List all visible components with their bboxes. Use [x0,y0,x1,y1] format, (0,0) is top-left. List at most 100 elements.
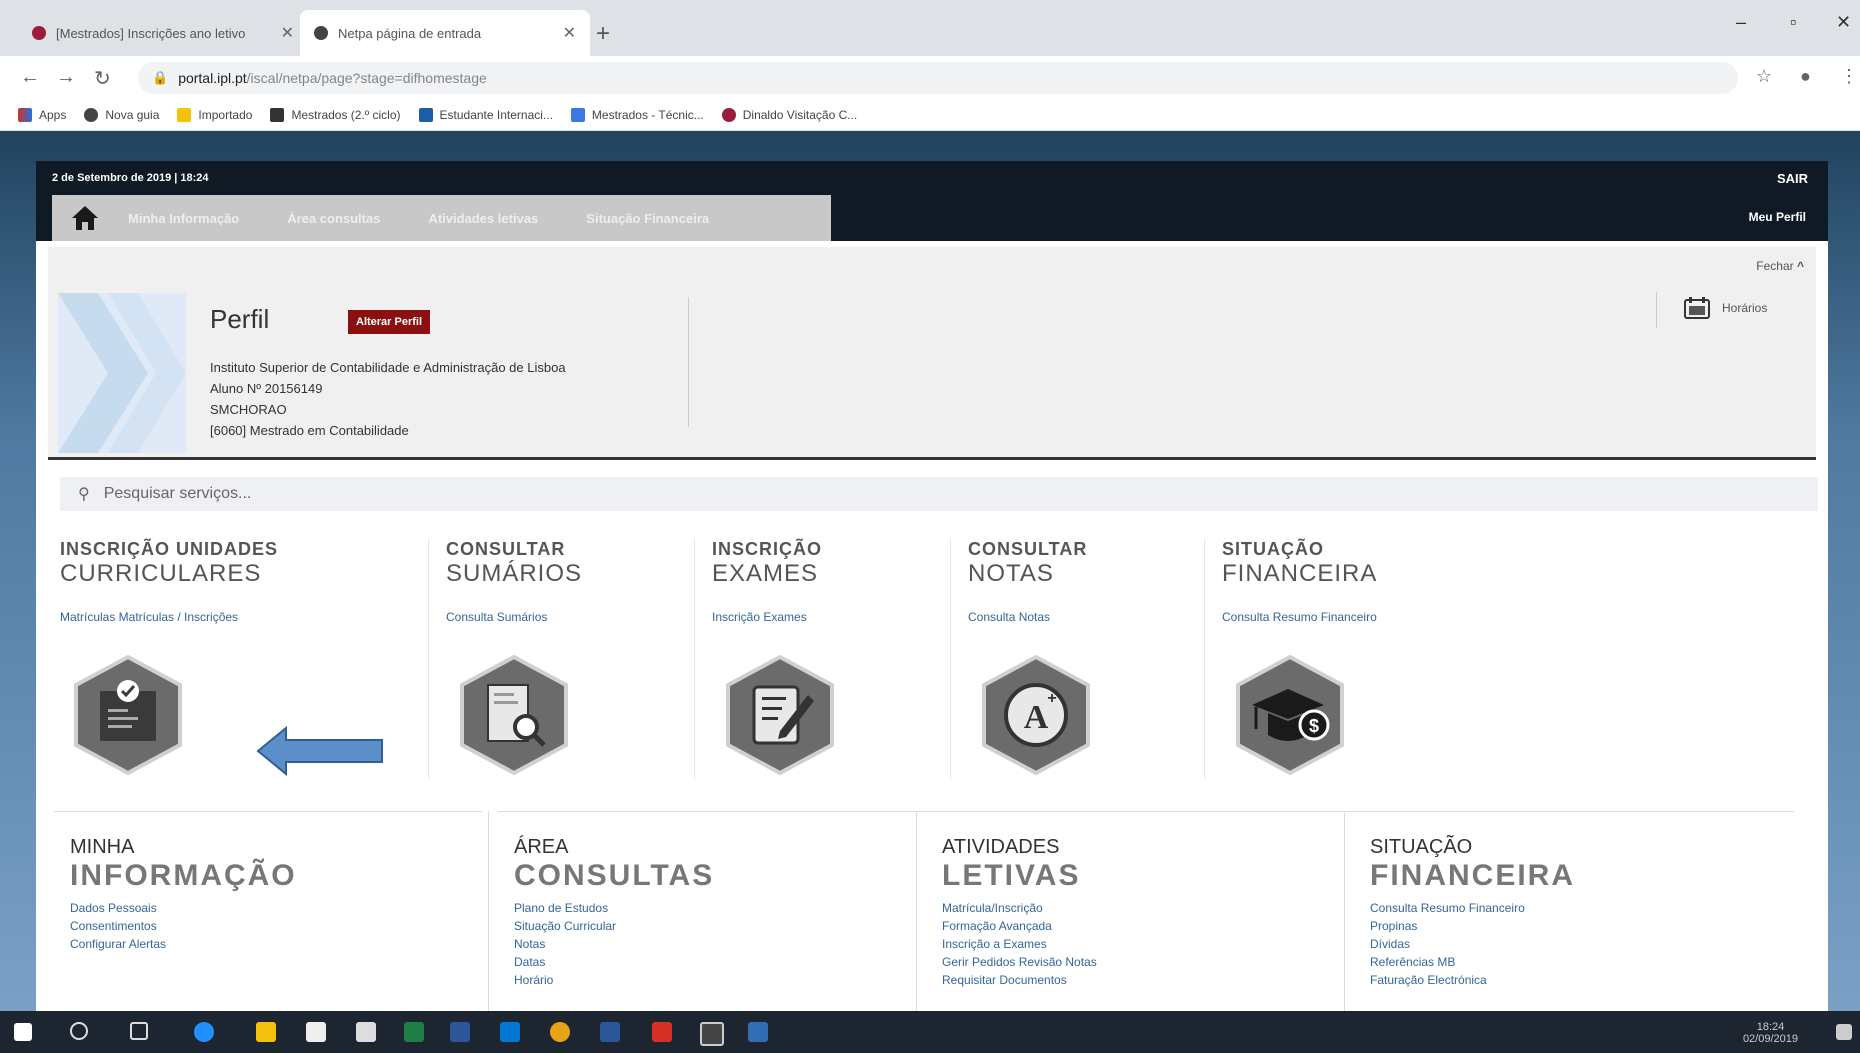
chevron-up-icon: ^ [1796,259,1804,273]
service-link[interactable]: Consulta Notas [968,610,1198,624]
nav-atividades-letivas[interactable]: Atividades letivas [428,211,538,226]
chrome-icon[interactable] [550,1022,570,1042]
app-icon[interactable] [748,1022,768,1042]
system-clock[interactable]: 18:24 02/09/2019 [1743,1021,1798,1045]
grades-icon[interactable]: A + [976,653,1096,777]
home-icon[interactable] [70,203,100,233]
bookmark-apps[interactable]: Apps [18,108,66,122]
excel-icon[interactable] [404,1022,424,1042]
store-icon[interactable] [306,1022,326,1042]
word-icon[interactable] [450,1022,470,1042]
outlook-icon[interactable] [500,1022,520,1042]
tab-title: Netpa página de entrada [338,25,482,41]
browser-tab-mestrados[interactable]: [Mestrados] Inscrições ano letivo ✕ [18,10,308,56]
app-icon[interactable] [600,1022,620,1042]
service-link[interactable]: Inscrição Exames [712,610,942,624]
mail-icon[interactable] [356,1022,376,1042]
search-icon: ⚲ [78,486,90,503]
new-tab-icon[interactable]: + [596,20,610,48]
service-consultar-sumarios: CONSULTAR SUMÁRIOS Consulta Sumários [446,539,696,779]
close-window-icon[interactable]: ✕ [1836,12,1851,33]
section-link[interactable]: Dívidas [1370,935,1794,953]
section-area-consultas: ÁREA CONSULTAS Plano de Estudos Situação… [498,811,926,1011]
section-link[interactable]: Referências MB [1370,953,1794,971]
section-link[interactable]: Formação Avançada [942,917,1354,935]
section-link[interactable]: Matrícula/Inscrição [942,899,1354,917]
reload-icon[interactable]: ↻ [94,66,111,91]
minimize-icon[interactable]: – [1736,12,1746,33]
profile-course: [6060] Mestrado em Contabilidade [210,423,409,438]
address-bar[interactable]: 🔒 portal.ipl.pt /iscal/netpa/page?stage=… [138,62,1738,94]
bookmark-nova-guia[interactable]: Nova guia [84,108,159,122]
bookmark-estudante[interactable]: Estudante Internaci... [418,108,553,122]
url-domain: portal.ipl.pt [178,70,247,86]
divider [950,539,951,779]
section-link[interactable]: Dados Pessoais [70,899,482,917]
menu-icon[interactable]: ⋮ [1840,66,1858,87]
section-link[interactable]: Faturação Electrónica [1370,971,1794,989]
app-icon[interactable] [700,1022,724,1046]
portal-page: 2 de Setembro de 2019 | 18:24 SAIR Minha… [36,161,1828,1011]
nav-situacao-financeira[interactable]: Situação Financeira [586,211,709,226]
maximize-icon[interactable]: ▫ [1790,12,1796,33]
file-explorer-icon[interactable] [256,1022,276,1042]
section-link[interactable]: Consentimentos [70,917,482,935]
service-link[interactable]: Consulta Sumários [446,610,696,624]
profile-username: SMCHORAO [210,402,287,417]
section-link[interactable]: Horário [514,971,926,989]
summaries-icon[interactable] [454,653,574,777]
profile-student-number: Aluno Nº 20156149 [210,381,323,396]
close-panel-link[interactable]: Fechar ^ [1756,259,1804,273]
profile-info: Instituto Superior de Contabilidade e Ad… [210,357,566,441]
browser-tab-strip: [Mestrados] Inscrições ano letivo ✕ Netp… [0,0,1860,56]
section-link[interactable]: Consulta Resumo Financeiro [1370,899,1794,917]
acrobat-icon[interactable] [652,1022,672,1042]
tab-title: [Mestrados] Inscrições ano letivo [56,25,246,41]
account-icon[interactable]: ● [1800,66,1811,87]
bookmark-star-icon[interactable]: ☆ [1756,66,1772,87]
bookmark-mestrados-tecnic[interactable]: Mestrados - Técnic... [570,108,704,122]
divider [428,539,429,779]
edit-profile-button[interactable]: Alterar Perfil [348,310,431,334]
service-link[interactable]: Matrículas Matrículas / Inscrições [60,610,400,624]
profile-banner-image [58,293,186,453]
section-link[interactable]: Plano de Estudos [514,899,926,917]
windows-start-icon[interactable] [14,1023,32,1041]
shield-icon [570,108,585,122]
section-link[interactable]: Propinas [1370,917,1794,935]
section-link[interactable]: Gerir Pedidos Revisão Notas [942,953,1354,971]
close-tab-icon[interactable]: ✕ [563,23,576,43]
search-input[interactable]: Pesquisar serviços... [104,485,252,503]
my-profile-link[interactable]: Meu Perfil [1749,210,1806,224]
logout-link[interactable]: SAIR [1777,171,1808,186]
bookmarks-bar: Apps Nova guia Importado Mestrados (2.º … [0,100,1860,131]
svg-text:+: + [1047,690,1056,707]
service-link[interactable]: Consulta Resumo Financeiro [1222,610,1482,624]
back-icon[interactable]: ← [20,66,40,89]
bookmark-mestrados[interactable]: Mestrados (2.º ciclo) [270,108,401,122]
task-view-icon[interactable] [130,1022,148,1040]
section-link[interactable]: Datas [514,953,926,971]
exam-icon[interactable] [720,653,840,777]
search-icon[interactable] [70,1022,88,1040]
service-situacao-financeira: SITUAÇÃO FINANCEIRA Consulta Resumo Fina… [1222,539,1482,779]
notifications-icon[interactable] [1836,1024,1852,1040]
browser-tab-netpa[interactable]: Netpa página de entrada ✕ [300,10,590,56]
nav-minha-informacao[interactable]: Minha Informação [128,211,239,226]
schedules-link[interactable]: Horários [1684,297,1767,319]
close-tab-icon[interactable]: ✕ [281,23,294,43]
service-search[interactable]: ⚲ Pesquisar serviços... [60,477,1818,511]
nav-area-consultas[interactable]: Área consultas [287,211,380,226]
top-strip: 2 de Setembro de 2019 | 18:24 SAIR [36,161,1828,195]
section-link[interactable]: Configurar Alertas [70,935,482,953]
bookmark-importado[interactable]: Importado [177,108,252,122]
section-link[interactable]: Notas [514,935,926,953]
edge-icon[interactable] [194,1022,214,1042]
section-link[interactable]: Requisitar Documentos [942,971,1354,989]
enrollment-icon[interactable] [68,653,188,777]
section-link[interactable]: Inscrição a Exames [942,935,1354,953]
section-link[interactable]: Situação Curricular [514,917,926,935]
forward-icon[interactable]: → [56,66,76,89]
finance-icon[interactable]: $ [1230,653,1350,777]
bookmark-dinaldo[interactable]: Dinaldo Visitação C... [721,108,857,122]
